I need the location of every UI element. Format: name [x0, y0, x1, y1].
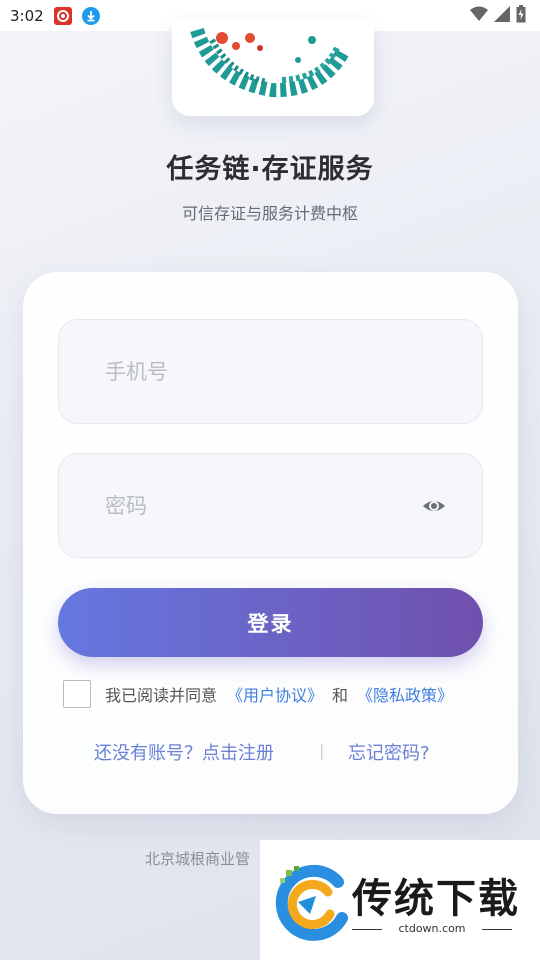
signal-icon: [494, 6, 510, 22]
user-agreement-link[interactable]: 《用户协议》: [227, 682, 323, 706]
logo-emblem-icon: [190, 27, 351, 98]
app-notification-icon: [53, 6, 72, 25]
login-button[interactable]: 登录: [58, 588, 483, 657]
link-divider: |: [319, 741, 325, 760]
privacy-policy-link[interactable]: 《隐私政策》: [357, 682, 453, 706]
bottom-links: 还没有账号？点击注册 | 忘记密码?: [23, 739, 518, 769]
login-card: 登录 我已阅读并同意 《用户协议》 和 《隐私政策》 还没有账号？点击注册 | …: [23, 272, 518, 814]
password-field: [58, 453, 483, 558]
show-password-icon[interactable]: [422, 495, 446, 517]
app-logo: [172, 20, 374, 116]
watermark-brand: 传统下载: [352, 876, 520, 922]
and-text: 和: [332, 686, 349, 705]
battery-icon: [516, 5, 526, 23]
app-title: 任务链·存证服务: [166, 154, 374, 185]
wifi-icon: [470, 6, 488, 21]
forgot-password-link[interactable]: 忘记密码?: [348, 739, 430, 765]
agreement-row: 我已阅读并同意 《用户协议》 和 《隐私政策》: [63, 679, 453, 709]
download-icon: [81, 6, 100, 25]
phone-input[interactable]: [105, 320, 415, 423]
watermark-url: ctdown.com: [352, 922, 512, 935]
agree-text: 我已阅读并同意: [105, 686, 218, 705]
app-subtitle: 可信存证与服务计费中枢: [181, 204, 358, 223]
watermark: 传统下载 ctdown.com: [260, 840, 540, 960]
footer-company: 北京城根商业管: [145, 850, 251, 868]
register-link[interactable]: 还没有账号？点击注册: [94, 739, 274, 765]
password-input[interactable]: [105, 454, 415, 557]
phone-field: [58, 319, 483, 424]
status-time: 3:02: [10, 6, 44, 25]
watermark-logo-icon: [275, 864, 348, 941]
agree-checkbox[interactable]: [63, 680, 91, 708]
